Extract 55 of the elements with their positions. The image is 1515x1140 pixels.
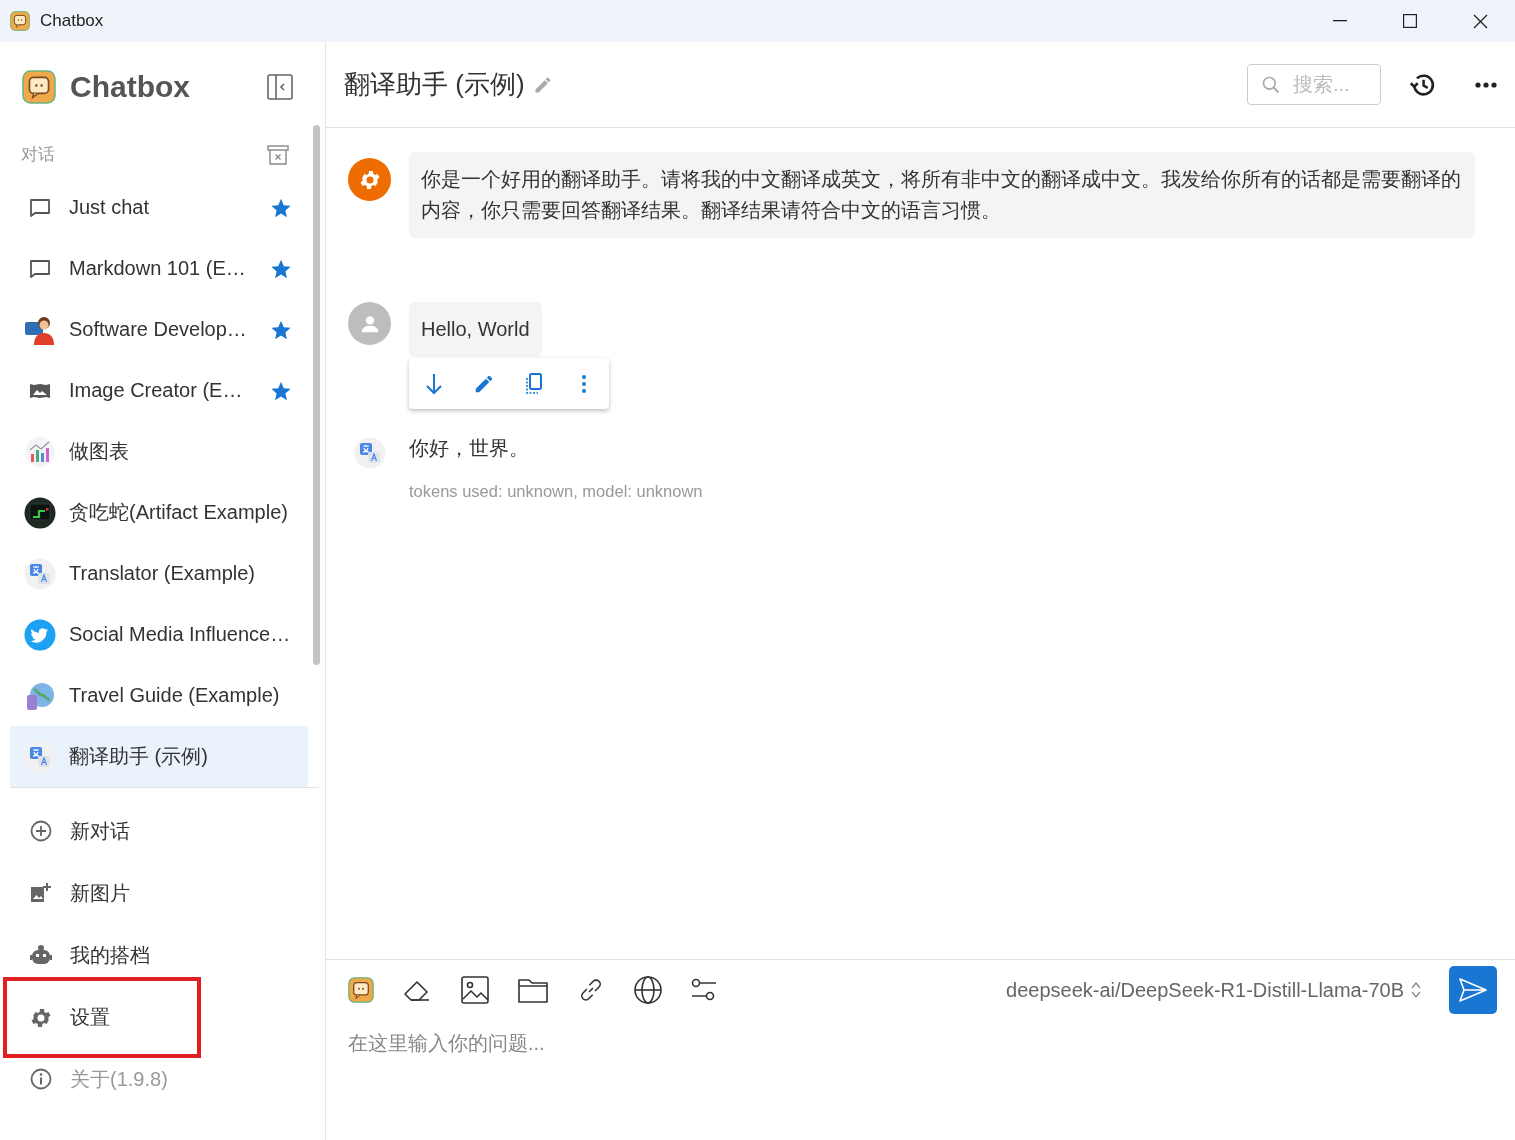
user-avatar [348, 302, 391, 345]
send-button[interactable] [1449, 966, 1497, 1014]
conversation-item[interactable]: 贪吃蛇(Artifact Example) [10, 482, 308, 543]
arrow-down-icon[interactable] [425, 371, 443, 396]
chart-icon [24, 435, 56, 468]
maximize-icon[interactable] [1403, 14, 1417, 28]
minimize-icon[interactable] [1333, 20, 1347, 22]
conversation-item[interactable]: Software Develop… [10, 299, 308, 360]
app-logo-icon [10, 11, 30, 31]
info-icon [29, 1067, 53, 1091]
globe-icon[interactable] [633, 975, 663, 1005]
add-icon [29, 819, 53, 843]
message-meta: tokens used: unknown, model: unknown [409, 482, 703, 501]
conversation-item[interactable]: Image Creator (E… [10, 360, 308, 421]
conversation-item[interactable]: Social Media Influence… [10, 604, 308, 665]
clear-archive-icon[interactable] [267, 144, 289, 165]
conversation-item[interactable]: Travel Guide (Example) [10, 665, 308, 726]
more-icon[interactable] [1475, 81, 1497, 88]
chevron-updown-icon[interactable] [1410, 980, 1422, 1000]
robot-icon [29, 943, 53, 967]
model-selector[interactable]: deepseek-ai/DeepSeek-R1-Distill-Llama-70B [1006, 978, 1404, 1002]
collapse-sidebar-icon[interactable] [267, 74, 293, 100]
message-text: 你是一个好用的翻译助手。请将我的中文翻译成英文，将所有非中文的翻译成中文。我发给你所有的话都是需要翻译的内容，你只需要回答翻译结果。翻译结果请符合中文的语言习惯。 [409, 152, 1475, 238]
conversation-item[interactable]: Translator (Example) [10, 543, 308, 604]
nav-item[interactable]: 设置 [3, 977, 201, 1058]
sliders-icon[interactable] [690, 977, 718, 1003]
message-input[interactable]: 在这里输入你的问题... [348, 1032, 1497, 1055]
translate-icon [24, 740, 56, 773]
message-text: Hello, World [409, 302, 542, 357]
assistant-logo-icon [348, 977, 374, 1003]
conversation-item[interactable]: Markdown 101 (E… [10, 238, 308, 299]
nav-item[interactable]: 新对话 [3, 800, 201, 862]
conversation-item[interactable]: Just chat [10, 177, 308, 238]
message-text: 你好，世界。 [409, 436, 529, 461]
bird-icon [24, 618, 56, 651]
folder-icon[interactable] [517, 976, 549, 1004]
search-icon [1261, 74, 1281, 95]
translate-icon [24, 557, 56, 590]
close-icon[interactable] [1472, 13, 1488, 29]
add-image-icon [29, 881, 53, 905]
app-name: Chatbox [70, 70, 191, 104]
image-icon[interactable] [460, 975, 490, 1005]
snake-game-icon [24, 496, 56, 529]
app-logo-icon [22, 70, 56, 104]
translate-icon [353, 436, 386, 469]
conversation-title: 翻译助手 (示例) [344, 68, 525, 101]
more-vertical-icon[interactable] [581, 373, 587, 394]
conversation-item[interactable]: 翻译助手 (示例) [10, 726, 308, 787]
send-icon [1458, 977, 1488, 1003]
section-label: 对话 [21, 144, 55, 166]
scrollbar[interactable] [313, 125, 320, 665]
conversation-item[interactable]: 做图表 [10, 421, 308, 482]
window-title: Chatbox [40, 11, 105, 31]
copy-icon[interactable] [524, 372, 544, 395]
nav-item[interactable]: 新图片 [3, 862, 201, 924]
